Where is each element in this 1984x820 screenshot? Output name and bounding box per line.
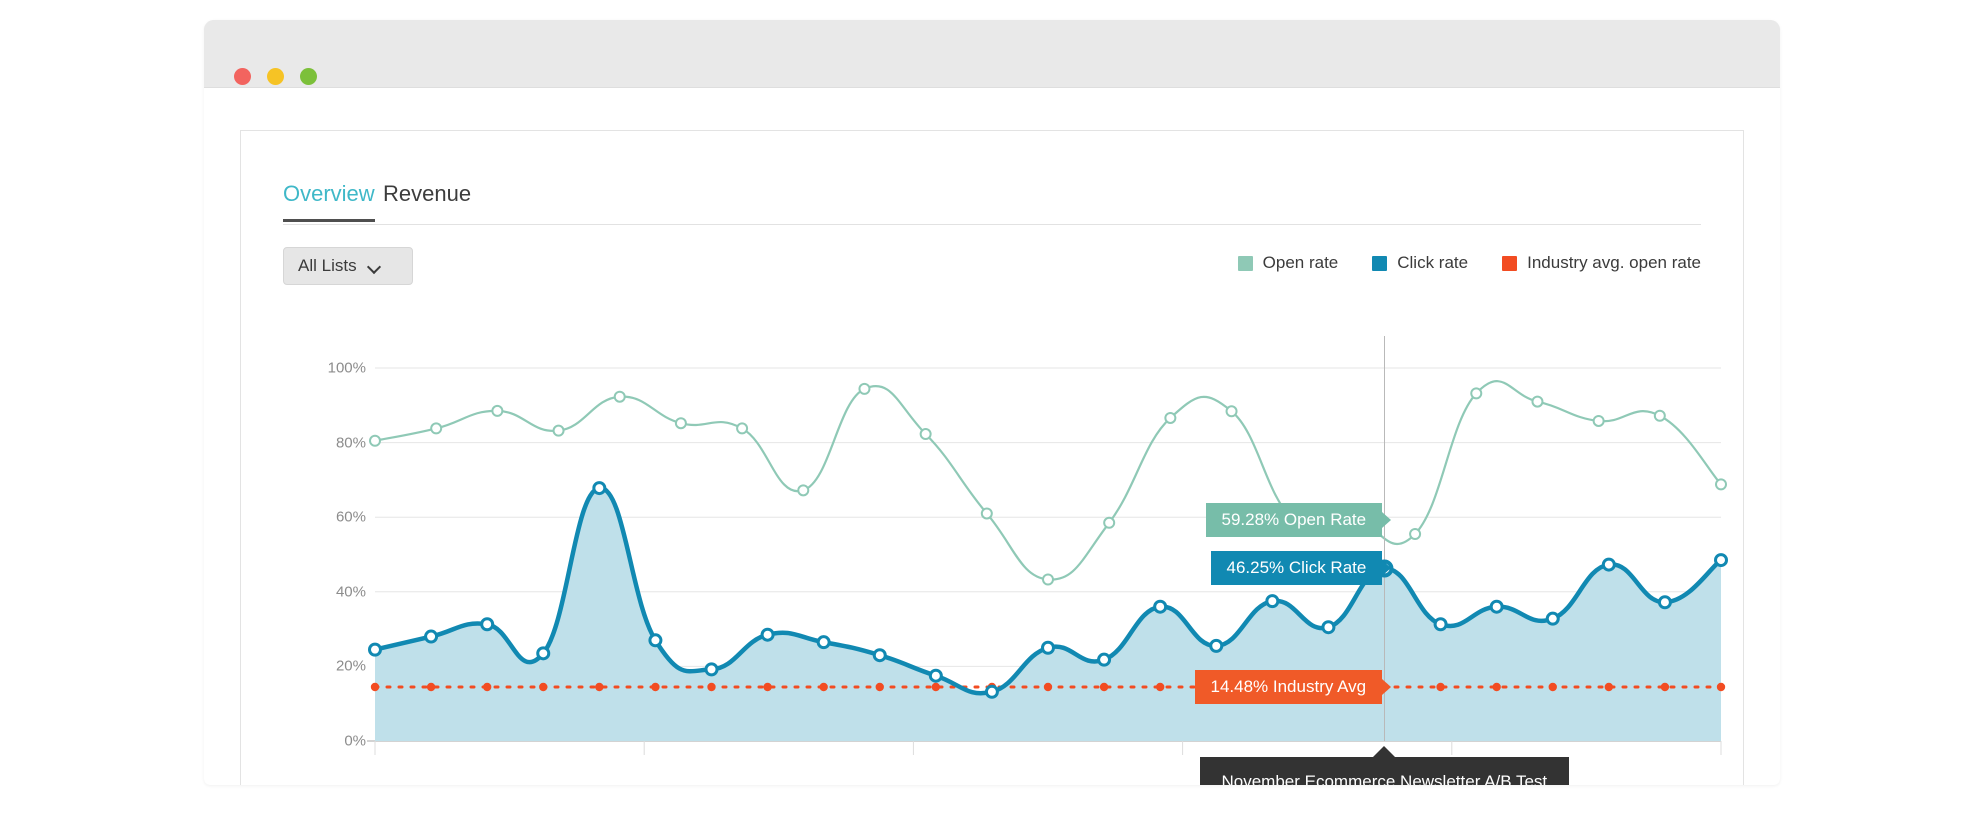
industry-avg-point <box>707 683 715 691</box>
open-rate-point <box>1410 529 1420 539</box>
tooltip-campaign-info: November Ecommerce Newsletter A/B Test 5… <box>1200 757 1570 785</box>
industry-avg-point <box>819 683 827 691</box>
click-rate-point <box>1155 601 1166 612</box>
industry-avg-point <box>876 683 884 691</box>
list-filter-dropdown[interactable]: All Lists <box>283 247 413 285</box>
campaign-performance-chart[interactable] <box>241 306 1744 785</box>
click-rate-point <box>1043 642 1054 653</box>
click-rate-point <box>426 631 437 642</box>
open-rate-point <box>1655 411 1665 421</box>
open-rate-point <box>737 423 747 433</box>
click-rate-point <box>1267 596 1278 607</box>
industry-avg-point <box>1717 683 1725 691</box>
legend-item-industry-avg[interactable]: Industry avg. open rate <box>1502 253 1701 273</box>
industry-avg-point <box>932 683 940 691</box>
industry-avg-point <box>1100 683 1108 691</box>
industry-avg-point <box>539 683 547 691</box>
legend-swatch-industry-avg <box>1502 256 1517 271</box>
open-rate-point <box>1227 406 1237 416</box>
industry-avg-point <box>1549 683 1557 691</box>
click-rate-point <box>874 650 885 661</box>
industry-avg-point <box>1436 683 1444 691</box>
industry-avg-point <box>1605 683 1613 691</box>
click-rate-point <box>1435 619 1446 630</box>
legend-label-industry-avg: Industry avg. open rate <box>1527 253 1701 273</box>
close-button[interactable] <box>234 68 251 85</box>
open-rate-point <box>1716 479 1726 489</box>
browser-titlebar <box>204 20 1780 88</box>
industry-avg-point <box>1044 683 1052 691</box>
click-rate-point <box>1099 654 1110 665</box>
industry-avg-point <box>1492 683 1500 691</box>
zoom-button[interactable] <box>300 68 317 85</box>
browser-window: Overview Revenue All Lists Open rate <box>204 20 1780 785</box>
analytics-card: Overview Revenue All Lists Open rate <box>240 130 1744 785</box>
open-rate-point <box>1043 574 1053 584</box>
click-rate-point <box>986 686 997 697</box>
open-rate-point <box>859 384 869 394</box>
list-filter-label: All Lists <box>298 256 357 276</box>
click-rate-point <box>1603 559 1614 570</box>
click-rate-point <box>1211 640 1222 651</box>
tooltip-industry-avg: 14.48% Industry Avg <box>1195 670 1383 704</box>
legend-item-open-rate[interactable]: Open rate <box>1238 253 1339 273</box>
legend-item-click-rate[interactable]: Click rate <box>1372 253 1468 273</box>
open-rate-point <box>370 436 380 446</box>
click-rate-point <box>650 635 661 646</box>
click-rate-point <box>706 664 717 675</box>
click-rate-point <box>1716 555 1727 566</box>
open-rate-point <box>1165 413 1175 423</box>
open-rate-point <box>676 418 686 428</box>
industry-avg-point <box>763 683 771 691</box>
click-rate-point <box>370 644 381 655</box>
click-rate-point <box>818 637 829 648</box>
click-rate-point <box>1547 613 1558 624</box>
window-controls <box>234 68 317 85</box>
click-rate-point <box>482 619 493 630</box>
tab-bar: Overview Revenue <box>283 181 1701 225</box>
browser-viewport: Overview Revenue All Lists Open rate <box>204 88 1780 785</box>
chart-legend: Open rate Click rate Industry avg. open … <box>1238 253 1701 273</box>
chevron-down-icon <box>369 261 380 272</box>
open-rate-point <box>921 429 931 439</box>
industry-avg-point <box>483 683 491 691</box>
open-rate-point <box>982 508 992 518</box>
minimize-button[interactable] <box>267 68 284 85</box>
open-rate-point <box>615 392 625 402</box>
open-rate-point <box>554 426 564 436</box>
tooltip-click-rate: 46.25% Click Rate <box>1211 551 1383 585</box>
tooltip-open-rate: 59.28% Open Rate <box>1206 503 1383 537</box>
tooltip-campaign-title: November Ecommerce Newsletter A/B Test <box>1222 769 1548 785</box>
open-rate-point <box>492 406 502 416</box>
click-rate-point <box>1659 597 1670 608</box>
open-rate-point <box>431 423 441 433</box>
open-rate-point <box>1532 397 1542 407</box>
click-rate-point <box>594 483 605 494</box>
tab-overview[interactable]: Overview <box>283 181 375 221</box>
legend-label-open-rate: Open rate <box>1263 253 1339 273</box>
open-rate-point <box>1471 388 1481 398</box>
open-rate-point <box>1104 518 1114 528</box>
click-rate-point <box>1491 601 1502 612</box>
legend-swatch-click-rate <box>1372 256 1387 271</box>
click-rate-point <box>538 648 549 659</box>
click-rate-point <box>930 670 941 681</box>
industry-avg-point <box>1661 683 1669 691</box>
industry-avg-point <box>595 683 603 691</box>
screenshot-root: Overview Revenue All Lists Open rate <box>0 0 1984 820</box>
tab-revenue[interactable]: Revenue <box>383 181 471 221</box>
legend-swatch-open-rate <box>1238 256 1253 271</box>
chart-area: 100%80%60%40%20%0% 59.28% Open Rate 46.2… <box>241 306 1744 785</box>
industry-avg-point <box>651 683 659 691</box>
industry-avg-point <box>427 683 435 691</box>
industry-avg-point <box>371 683 379 691</box>
open-rate-point <box>798 485 808 495</box>
legend-label-click-rate: Click rate <box>1397 253 1468 273</box>
click-rate-point <box>1323 622 1334 633</box>
open-rate-point <box>1594 416 1604 426</box>
industry-avg-point <box>1156 683 1164 691</box>
click-rate-point <box>762 629 773 640</box>
